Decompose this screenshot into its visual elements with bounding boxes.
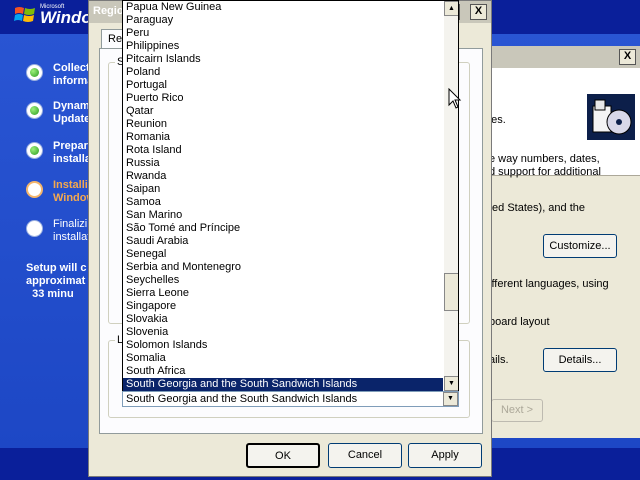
list-item[interactable]: Portugal	[123, 79, 443, 92]
chevron-down-icon[interactable]: ▼	[443, 392, 458, 406]
scrollbar-thumb[interactable]	[444, 273, 458, 311]
mouse-cursor-icon	[448, 88, 462, 109]
location-dropdown-list[interactable]: Papua New Guinea Paraguay Peru Philippines P…	[122, 0, 459, 392]
list-item[interactable]: Seychelles	[123, 274, 443, 287]
list-item[interactable]: Slovakia	[123, 313, 443, 326]
step-complete-icon	[26, 142, 43, 159]
list-item[interactable]: Solomon Islands	[123, 339, 443, 352]
step-complete-icon	[26, 64, 43, 81]
background-dialog: X ges. e way numbers, dates, d support f…	[474, 46, 640, 438]
list-item[interactable]: São Tomé and Príncipe	[123, 222, 443, 235]
list-item[interactable]: Qatar	[123, 105, 443, 118]
dropdown-items: Papua New Guinea Paraguay Peru Philippines P…	[123, 1, 443, 391]
location-combo-box[interactable]: South Georgia and the South Sandwich Isl…	[122, 391, 459, 407]
list-item[interactable]: Singapore	[123, 300, 443, 313]
list-item[interactable]: Samoa	[123, 196, 443, 209]
list-item[interactable]: South Africa	[123, 365, 443, 378]
close-button[interactable]: X	[470, 4, 487, 20]
list-item[interactable]: Saudi Arabia	[123, 235, 443, 248]
list-item[interactable]: Peru	[123, 27, 443, 40]
list-item[interactable]: Puerto Rico	[123, 92, 443, 105]
list-item[interactable]: Somalia	[123, 352, 443, 365]
background-text: e way numbers, dates,	[489, 153, 600, 165]
apply-button[interactable]: Apply	[408, 443, 482, 468]
dropdown-scrollbar[interactable]: ▲ ▼	[444, 1, 458, 391]
windows-logo-icon	[14, 7, 35, 22]
list-item[interactable]: Rota Island	[123, 144, 443, 157]
list-item[interactable]: Sierra Leone	[123, 287, 443, 300]
list-item[interactable]: South Georgia and the South Sandwich Isl…	[123, 378, 443, 391]
setup-time-remaining: Setup will c approximat 33 minu	[26, 262, 87, 300]
list-item[interactable]: Russia	[123, 157, 443, 170]
dialog-title: Regio	[93, 5, 124, 17]
step-current-icon	[26, 181, 43, 198]
combo-selected-value: South Georgia and the South Sandwich Isl…	[126, 393, 358, 405]
background-text: board layout	[489, 316, 550, 328]
list-item[interactable]: Reunion	[123, 118, 443, 131]
details-button[interactable]: Details...	[543, 348, 617, 372]
next-button[interactable]: Next >	[491, 399, 543, 422]
list-item[interactable]: Romania	[123, 131, 443, 144]
regional-settings-icon	[587, 94, 635, 140]
list-item[interactable]: Pitcairn Islands	[123, 53, 443, 66]
list-item[interactable]: Paraguay	[123, 14, 443, 27]
list-item[interactable]: Rwanda	[123, 170, 443, 183]
background-text: d support for additional	[489, 166, 601, 178]
customize-button[interactable]: Customize...	[543, 234, 617, 258]
list-item[interactable]: Papua New Guinea	[123, 1, 443, 14]
step-complete-icon	[26, 102, 43, 119]
list-item[interactable]: Poland	[123, 66, 443, 79]
list-item[interactable]: Senegal	[123, 248, 443, 261]
background-text: ifferent languages, using	[489, 278, 609, 290]
list-item[interactable]: Saipan	[123, 183, 443, 196]
list-item[interactable]: San Marino	[123, 209, 443, 222]
list-item[interactable]: Serbia and Montenegro	[123, 261, 443, 274]
list-item[interactable]: Philippines	[123, 40, 443, 53]
background-dialog-titlebar: X	[475, 46, 640, 68]
background-text: ted States), and the	[489, 202, 586, 214]
ok-button[interactable]: OK	[246, 443, 320, 468]
list-item[interactable]: Slovenia	[123, 326, 443, 339]
scroll-up-arrow-icon[interactable]: ▲	[444, 1, 458, 16]
close-button[interactable]: X	[619, 49, 636, 65]
cancel-button[interactable]: Cancel	[328, 443, 402, 468]
step-pending-icon	[26, 220, 43, 237]
scroll-down-arrow-icon[interactable]: ▼	[444, 376, 458, 391]
